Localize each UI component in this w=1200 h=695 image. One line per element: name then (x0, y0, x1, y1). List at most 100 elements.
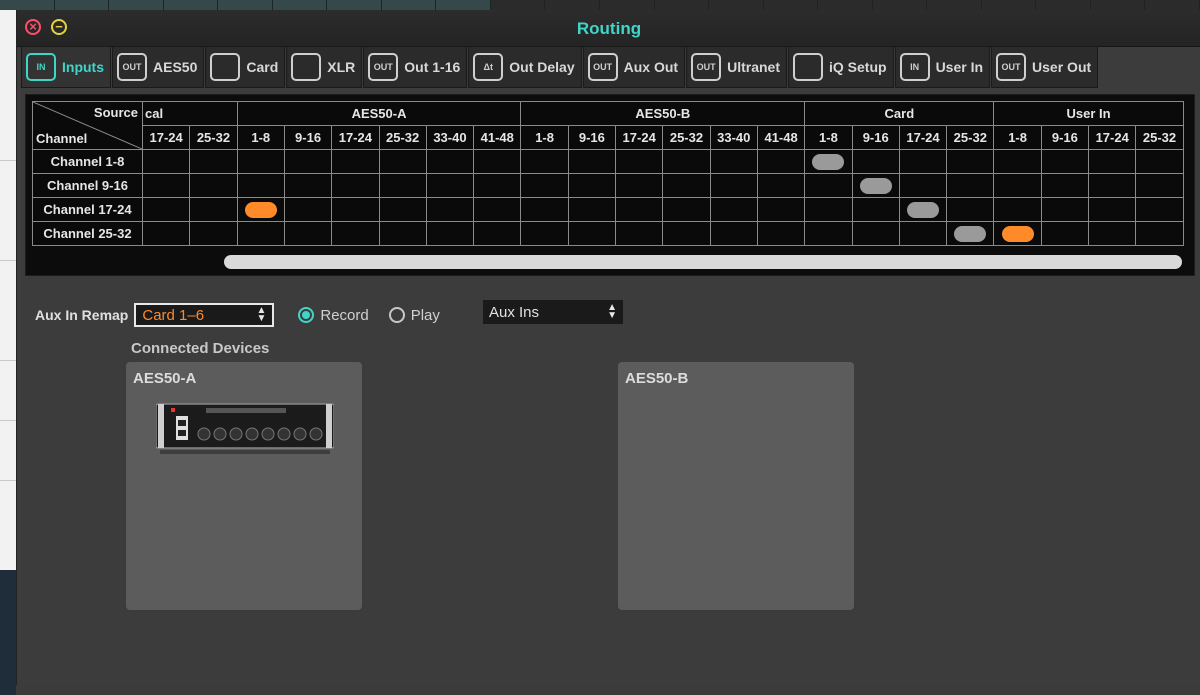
patch-cell[interactable] (804, 221, 853, 246)
patch-cell[interactable] (756, 149, 806, 174)
patch-cell[interactable] (425, 197, 475, 222)
patch-cell[interactable] (1088, 197, 1137, 222)
tab-card[interactable]: Card (205, 46, 286, 88)
patch-cell[interactable] (378, 197, 427, 222)
patch-cell[interactable] (520, 221, 569, 246)
aux-remap-select[interactable]: Card 1–6 ▲ ▼ (134, 303, 275, 327)
patch-cell[interactable] (756, 173, 806, 198)
patch-cell[interactable] (804, 149, 853, 174)
patch-cell[interactable] (1088, 173, 1137, 198)
tab-user-in[interactable]: IN User In (894, 46, 991, 88)
patch-cell[interactable] (189, 173, 238, 198)
patch-cell[interactable] (567, 221, 617, 246)
tab-user-out[interactable]: OUT User Out (991, 46, 1099, 88)
patch-cell[interactable] (425, 173, 475, 198)
patch-cell[interactable] (331, 173, 380, 198)
patch-cell[interactable] (236, 221, 285, 246)
patch-cell[interactable] (1135, 173, 1184, 198)
patch-cell[interactable] (898, 173, 948, 198)
device-card-aes50-a[interactable]: AES50-A (126, 362, 362, 610)
tab-iq-setup[interactable]: iQ Setup (788, 46, 894, 88)
patch-cell[interactable] (378, 149, 427, 174)
patch-cell[interactable] (567, 173, 617, 198)
patch-cell[interactable] (1040, 173, 1090, 198)
patch-cell[interactable] (615, 197, 664, 222)
patch-cell[interactable] (283, 173, 333, 198)
patch-cell[interactable] (189, 149, 238, 174)
tab-out-delay[interactable]: Δt Out Delay (468, 46, 582, 88)
patch-indicator[interactable] (859, 177, 892, 194)
patch-cell[interactable] (567, 197, 617, 222)
patch-cell[interactable] (851, 221, 900, 246)
patch-cell[interactable] (473, 149, 522, 174)
patch-cell[interactable] (851, 197, 900, 222)
patch-cell[interactable] (662, 149, 711, 174)
patch-cell[interactable] (898, 149, 948, 174)
patch-cell[interactable] (1088, 221, 1137, 246)
tab-out-1-16[interactable]: OUT Out 1-16 (363, 46, 468, 88)
patch-cell[interactable] (425, 149, 475, 174)
patch-cell[interactable] (1135, 197, 1184, 222)
patch-cell[interactable] (1135, 221, 1184, 246)
patch-cell[interactable] (236, 173, 285, 198)
patch-cell[interactable] (709, 173, 758, 198)
patch-cell[interactable] (615, 173, 664, 198)
patch-cell[interactable] (946, 173, 995, 198)
patch-cell[interactable] (615, 221, 664, 246)
patch-cell[interactable] (946, 149, 995, 174)
patch-cell[interactable] (993, 173, 1042, 198)
device-card-aes50-b[interactable]: AES50-B (618, 362, 854, 610)
patch-cell[interactable] (615, 149, 664, 174)
patch-cell[interactable] (189, 221, 238, 246)
patch-cell[interactable] (946, 197, 995, 222)
tab-aux-out[interactable]: OUT Aux Out (582, 46, 686, 88)
patch-cell[interactable] (1135, 149, 1184, 174)
patch-cell[interactable] (141, 149, 191, 174)
patch-cell[interactable] (141, 221, 191, 246)
patch-cell[interactable] (851, 173, 900, 198)
patch-cell[interactable] (473, 173, 522, 198)
patch-cell[interactable] (283, 149, 333, 174)
patch-cell[interactable] (756, 221, 806, 246)
patch-cell[interactable] (993, 221, 1042, 246)
patch-cell[interactable] (425, 221, 475, 246)
patch-cell[interactable] (473, 197, 522, 222)
patch-cell[interactable] (378, 173, 427, 198)
tab-inputs[interactable]: IN Inputs (21, 46, 111, 88)
patch-cell[interactable] (898, 221, 948, 246)
patch-cell[interactable] (189, 197, 238, 222)
patch-cell[interactable] (662, 197, 711, 222)
patch-cell[interactable] (283, 221, 333, 246)
patch-cell[interactable] (378, 221, 427, 246)
tab-xlr[interactable]: XLR (286, 46, 363, 88)
patch-cell[interactable] (804, 173, 853, 198)
patch-cell[interactable] (283, 197, 333, 222)
patch-cell[interactable] (898, 197, 948, 222)
patch-cell[interactable] (662, 221, 711, 246)
patch-cell[interactable] (331, 149, 380, 174)
patch-cell[interactable] (756, 197, 806, 222)
patch-cell[interactable] (141, 197, 191, 222)
patch-cell[interactable] (473, 221, 522, 246)
patch-cell[interactable] (567, 149, 617, 174)
patch-cell[interactable] (709, 197, 758, 222)
patch-cell[interactable] (520, 197, 569, 222)
patch-cell[interactable] (993, 197, 1042, 222)
patch-cell[interactable] (851, 149, 900, 174)
patch-cell[interactable] (804, 197, 853, 222)
patch-cell[interactable] (520, 149, 569, 174)
record-radio[interactable]: Record (298, 307, 369, 324)
patch-cell[interactable] (1040, 197, 1090, 222)
tab-aes50[interactable]: OUT AES50 (112, 46, 205, 88)
patch-cell[interactable] (331, 221, 380, 246)
patch-cell[interactable] (236, 149, 285, 174)
patch-cell[interactable] (1088, 149, 1137, 174)
aux-ins-select[interactable]: Aux Ins ▲ ▼ (483, 300, 623, 324)
patch-indicator[interactable] (1001, 225, 1034, 242)
patch-cell[interactable] (662, 173, 711, 198)
patch-cell[interactable] (236, 197, 285, 222)
horizontal-scrollbar[interactable] (224, 255, 1182, 269)
patch-cell[interactable] (520, 173, 569, 198)
patch-cell[interactable] (993, 149, 1042, 174)
patch-cell[interactable] (946, 221, 995, 246)
